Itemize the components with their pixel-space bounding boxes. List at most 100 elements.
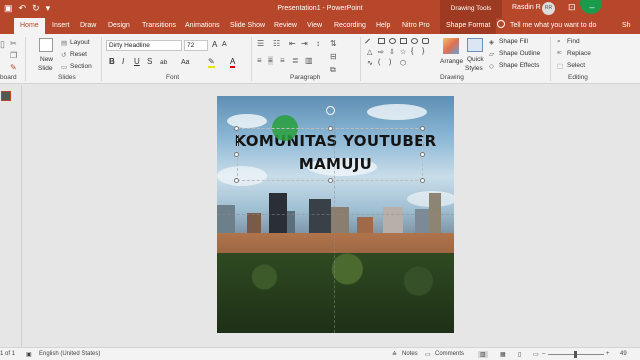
slide-show-icon[interactable]: ▭ — [533, 351, 539, 358]
curve-shape-icon[interactable]: ∿ — [367, 59, 373, 67]
arrow-down-shape-icon[interactable]: ⇩ — [389, 48, 395, 56]
decrease-indent-icon[interactable]: ⇤ — [289, 39, 296, 48]
section-button[interactable]: Section — [70, 63, 92, 70]
shape-effects-button[interactable]: Shape Effects — [499, 62, 539, 69]
new-slide-icon[interactable] — [39, 38, 53, 52]
quick-styles-button[interactable]: Quick — [467, 56, 484, 63]
align-right-icon[interactable]: ≡ — [280, 56, 285, 65]
italic-button[interactable]: I — [122, 57, 124, 66]
paste-icon[interactable]: ▯ — [0, 39, 5, 50]
shape-outline-button[interactable]: Shape Outline — [499, 50, 540, 57]
new-slide-button[interactable]: New — [40, 56, 53, 63]
tab-design[interactable]: Design — [108, 18, 130, 34]
resize-handle-left[interactable] — [234, 152, 239, 157]
spelling-icon[interactable]: ▣ — [26, 351, 32, 358]
zoom-in-icon[interactable]: + — [606, 351, 610, 357]
brace-shape-icon[interactable]: { — [411, 48, 413, 55]
shrink-font-icon[interactable]: A — [222, 41, 227, 48]
slide-thumbnail[interactable] — [1, 91, 11, 101]
arrow-right-shape-icon[interactable]: ⇨ — [378, 48, 384, 56]
align-left-icon[interactable]: ≡ — [257, 56, 262, 65]
new-slide-button-line2[interactable]: Slide — [38, 65, 52, 72]
character-spacing-button[interactable]: ab — [160, 59, 167, 66]
ribbon-display-icon[interactable]: ⊡ — [568, 2, 576, 13]
resize-handle-top[interactable] — [328, 126, 333, 131]
reset-button[interactable]: Reset — [70, 51, 87, 58]
tab-animations[interactable]: Animations — [185, 18, 220, 34]
quick-styles-button-line2[interactable]: Styles — [465, 65, 483, 72]
minimize-icon[interactable]: – — [590, 2, 595, 13]
line-spacing-icon[interactable]: ↕ — [316, 39, 320, 48]
tab-insert[interactable]: Insert — [52, 18, 70, 34]
zoom-out-icon[interactable]: – — [542, 351, 545, 357]
layout-button[interactable]: Layout — [70, 39, 90, 46]
resize-handle-bottom-left[interactable] — [234, 178, 239, 183]
smartart-icon[interactable]: ⧉ — [330, 65, 336, 75]
text-direction-icon[interactable]: ⇅ — [330, 39, 337, 48]
bullets-icon[interactable]: ☰ — [257, 39, 264, 48]
bold-button[interactable]: B — [109, 57, 115, 66]
resize-handle-bottom[interactable] — [328, 178, 333, 183]
columns-icon[interactable]: ▥ — [305, 56, 313, 65]
zoom-level[interactable]: 49 — [620, 351, 627, 357]
comments-icon[interactable]: ▭ — [425, 351, 431, 358]
brace-close-shape-icon[interactable]: } — [422, 48, 424, 55]
cut-icon[interactable]: ✂ — [10, 39, 17, 48]
font-size-field[interactable]: 72 — [184, 40, 208, 51]
justify-icon[interactable]: ≣ — [292, 56, 299, 65]
tab-shape-format[interactable]: Shape Format — [440, 18, 497, 34]
rotate-handle-icon[interactable] — [326, 106, 335, 115]
increase-indent-icon[interactable]: ⇥ — [301, 39, 308, 48]
language-status[interactable]: English (United States) — [39, 351, 100, 357]
resize-handle-right[interactable] — [420, 152, 425, 157]
notes-button[interactable]: Notes — [402, 351, 418, 357]
tab-transitions[interactable]: Transitions — [142, 18, 176, 34]
tab-draw[interactable]: Draw — [80, 18, 96, 34]
resize-handle-top-right[interactable] — [420, 126, 425, 131]
align-center-icon[interactable]: ≡ — [268, 56, 273, 65]
notes-icon[interactable]: ≙ — [392, 351, 397, 358]
replace-button[interactable]: Replace — [567, 50, 591, 57]
tab-recording[interactable]: Recording — [334, 18, 366, 34]
reading-view-icon[interactable]: ▯ — [518, 351, 521, 358]
tab-slide-show[interactable]: Slide Show — [230, 18, 265, 34]
arrange-icon[interactable] — [443, 38, 459, 54]
comments-button[interactable]: Comments — [435, 351, 464, 357]
font-name-field[interactable]: Dirty Headline — [106, 40, 182, 51]
share-button[interactable]: Sh — [622, 18, 631, 34]
arrange-button[interactable]: Arrange — [440, 58, 463, 65]
highlight-icon[interactable]: ✎ — [208, 57, 215, 68]
star-shape-icon[interactable]: ☆ — [400, 48, 406, 56]
bracket-close-shape-icon[interactable]: ) — [389, 59, 391, 66]
tell-me-search[interactable]: Tell me what you want to do — [497, 18, 596, 34]
select-button[interactable]: Select — [567, 62, 585, 69]
avatar[interactable]: RR — [542, 2, 555, 15]
strikethrough-button[interactable]: S — [147, 57, 152, 66]
quick-styles-icon[interactable] — [467, 38, 483, 52]
resize-handle-top-left[interactable] — [234, 126, 239, 131]
tab-nitro-pro[interactable]: Nitro Pro — [402, 18, 430, 34]
triangle-shape-icon[interactable]: △ — [367, 48, 372, 56]
font-color-icon[interactable]: A — [230, 57, 236, 68]
oval-shape-icon[interactable] — [389, 38, 396, 44]
line-shape-icon[interactable] — [365, 38, 370, 44]
rounded-rect-shape-icon[interactable] — [422, 38, 429, 44]
hexagon-shape-icon[interactable]: ⬡ — [400, 59, 406, 67]
tab-view[interactable]: View — [307, 18, 322, 34]
bracket-shape-icon[interactable]: ( — [378, 59, 380, 66]
underline-button[interactable]: U — [134, 57, 140, 66]
find-button[interactable]: Find — [567, 38, 580, 45]
selected-textbox[interactable] — [237, 128, 423, 181]
slide-sorter-icon[interactable]: ▦ — [500, 351, 506, 358]
user-name[interactable]: Rasdin R — [512, 4, 541, 11]
change-case-button[interactable]: Aa — [181, 59, 190, 66]
numbering-icon[interactable]: ☷ — [273, 39, 280, 48]
circle-shape-icon[interactable] — [411, 38, 418, 44]
square-shape-icon[interactable] — [400, 38, 407, 44]
align-text-icon[interactable]: ⊟ — [330, 52, 337, 61]
zoom-slider-thumb[interactable] — [574, 351, 577, 358]
rectangle-shape-icon[interactable] — [378, 38, 385, 44]
normal-view-icon[interactable]: ▥ — [478, 351, 488, 358]
tab-help[interactable]: Help — [376, 18, 390, 34]
format-painter-icon[interactable]: ✎ — [10, 63, 17, 72]
